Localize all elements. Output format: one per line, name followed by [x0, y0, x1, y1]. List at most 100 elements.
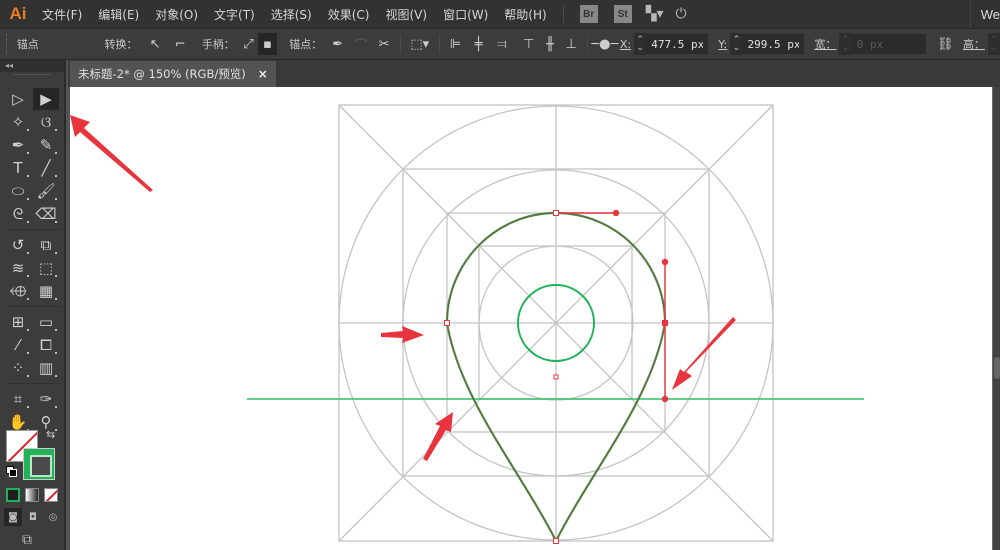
vertical-scrollbar[interactable]	[992, 87, 1000, 550]
line-segment-tool[interactable]: ╱	[33, 157, 59, 179]
path-center-point	[553, 374, 559, 380]
menu-item[interactable]: 编辑(E)	[90, 6, 147, 23]
menu-item[interactable]: 帮助(H)	[496, 6, 554, 23]
stroke-swatch[interactable]	[23, 448, 55, 480]
column-graph-tool[interactable]: ▥	[33, 357, 59, 379]
magic-wand-icon: ✧	[11, 113, 25, 131]
menu-item[interactable]: 文字(T)	[206, 6, 263, 23]
anchor-top[interactable]	[553, 210, 559, 216]
menu-item[interactable]: 窗口(W)	[435, 6, 496, 23]
rotate-tool[interactable]: ↺	[5, 234, 31, 256]
artboard-canvas[interactable]	[70, 87, 992, 550]
tools-collapse-button[interactable]: ◂◂	[0, 60, 64, 72]
show-handles-icon[interactable]: ⤢	[239, 33, 258, 55]
menu-item[interactable]: 对象(O)	[147, 6, 206, 23]
direct-selection-tool[interactable]: ▶	[33, 88, 59, 110]
workspace-switcher[interactable]: We	[969, 0, 1000, 28]
gradient-icon: ▭	[38, 313, 54, 331]
draw-normal-button[interactable]: ◙	[4, 508, 22, 526]
reference-point-icon[interactable]: ─●─	[591, 33, 618, 55]
magic-wand-tool[interactable]: ✧	[5, 111, 31, 133]
bridge-button[interactable]: Br	[579, 5, 598, 23]
width-spinner[interactable]: ⌃ ⌄	[839, 33, 852, 55]
gpu-performance-icon[interactable]: ⏻	[675, 6, 686, 22]
right-handle-top-point[interactable]	[661, 258, 669, 266]
blend-tool[interactable]: ⧠	[33, 334, 59, 356]
default-fill-stroke-icon[interactable]	[6, 466, 17, 477]
top-handle-point[interactable]	[612, 209, 620, 217]
selection-tool[interactable]: ▷	[5, 88, 31, 110]
screen-mode-icon[interactable]: ⧉	[22, 532, 32, 548]
y-spinner[interactable]: ⌃ ⌄	[730, 33, 743, 55]
swap-fill-stroke-icon[interactable]: ⇆	[46, 428, 55, 441]
align-horizontal-center-icon[interactable]: ╪	[469, 33, 488, 55]
hide-handles-icon[interactable]: ▪	[257, 33, 278, 55]
scale-tool[interactable]: ⧉	[33, 234, 59, 256]
right-handle-bottom-point[interactable]	[661, 395, 669, 403]
stock-button[interactable]: St	[613, 5, 632, 23]
draw-behind-button[interactable]: ◘	[24, 508, 42, 526]
color-mode-button[interactable]	[6, 488, 20, 502]
anchor-left[interactable]	[444, 320, 450, 326]
convert-to-corner-icon[interactable]: ↖	[145, 33, 164, 55]
width-tool[interactable]: ≋	[5, 257, 31, 279]
width-label: 宽：	[814, 38, 837, 51]
align-vertical-center-icon[interactable]: ╫	[541, 33, 560, 55]
gradient-mode-button[interactable]	[25, 488, 39, 502]
x-position-field[interactable]	[646, 34, 709, 54]
slice-tool[interactable]: ✑	[33, 388, 59, 410]
menu-item[interactable]: 效果(C)	[320, 6, 378, 23]
convert-to-smooth-icon[interactable]: ⌐	[171, 33, 190, 55]
type-tool[interactable]: T	[5, 157, 31, 179]
document-tab[interactable]: 未标题-2* @ 150% (RGB/预览) ×	[70, 61, 276, 87]
curvature-tool[interactable]: ✎	[33, 134, 59, 156]
x-spinner[interactable]: ⌃ ⌄	[634, 33, 647, 55]
connect-endpoints-icon[interactable]: ⌒	[351, 33, 370, 55]
gradient-tool[interactable]: ▭	[33, 311, 59, 333]
align-to-icon[interactable]: ⬚▾	[407, 33, 433, 55]
tools-panel-grip[interactable]	[14, 74, 50, 82]
align-left-icon[interactable]: ⊫	[446, 33, 465, 55]
pen-tool[interactable]: ✒	[5, 134, 31, 156]
paintbrush-tool[interactable]: 🖌	[33, 180, 59, 202]
scrollbar-thumb[interactable]	[994, 357, 1000, 379]
width-field[interactable]	[851, 34, 926, 54]
arrange-documents-icon[interactable]: ▚▾	[646, 6, 664, 22]
remove-anchor-icon[interactable]: ✒	[328, 33, 347, 55]
align-right-icon[interactable]: ⫤	[492, 33, 511, 55]
symbol-sprayer-icon: ⁘	[11, 359, 25, 377]
menu-item[interactable]: 视图(V)	[377, 6, 435, 23]
constrain-proportions-icon[interactable]: ⛓	[936, 33, 955, 55]
control-bar-grip[interactable]	[6, 34, 9, 54]
shaper-tool[interactable]: ᘓ	[5, 203, 31, 225]
menu-separator	[562, 5, 564, 23]
mesh-tool[interactable]: ⊞	[5, 311, 31, 333]
eraser-tool[interactable]: ⌫	[33, 203, 59, 225]
free-transform-tool[interactable]: ⬚	[33, 257, 59, 279]
align-top-icon[interactable]: ⊤	[519, 33, 538, 55]
menu-item[interactable]: 文件(F)	[34, 6, 90, 23]
symbol-sprayer-tool[interactable]: ⁘	[5, 357, 31, 379]
perspective-grid-tool[interactable]: ▦	[33, 280, 59, 302]
draw-inside-button[interactable]: ◎	[44, 508, 62, 526]
height-spinner[interactable]: ⌃ ⌄	[987, 33, 1000, 55]
ellipse-icon: ⬭	[11, 182, 25, 200]
menu-item[interactable]: 选择(S)	[263, 6, 320, 23]
artboard-tool[interactable]: ⌗	[5, 388, 31, 410]
cut-path-icon[interactable]: ✂	[375, 33, 394, 55]
lasso-tool[interactable]: ଓ	[33, 111, 59, 133]
ellipse-tool[interactable]: ⬭	[5, 180, 31, 202]
shape-builder-tool[interactable]: ⬲	[5, 280, 31, 302]
eyedropper-tool[interactable]: ⁄	[5, 334, 31, 356]
none-mode-button[interactable]	[44, 488, 58, 502]
close-tab-icon[interactable]: ×	[258, 67, 268, 81]
y-position-field[interactable]	[742, 34, 805, 54]
align-bottom-icon[interactable]: ⊥	[562, 33, 581, 55]
icon-grid	[338, 104, 774, 542]
free-transform-icon: ⬚	[38, 259, 54, 277]
x-label: X:	[619, 37, 632, 51]
document-tab-title: 未标题-2* @ 150% (RGB/预览)	[78, 67, 246, 81]
anchors-label: 锚点：	[289, 38, 323, 51]
anchor-right-selected[interactable]	[662, 320, 668, 326]
anchor-bottom[interactable]	[553, 538, 559, 544]
